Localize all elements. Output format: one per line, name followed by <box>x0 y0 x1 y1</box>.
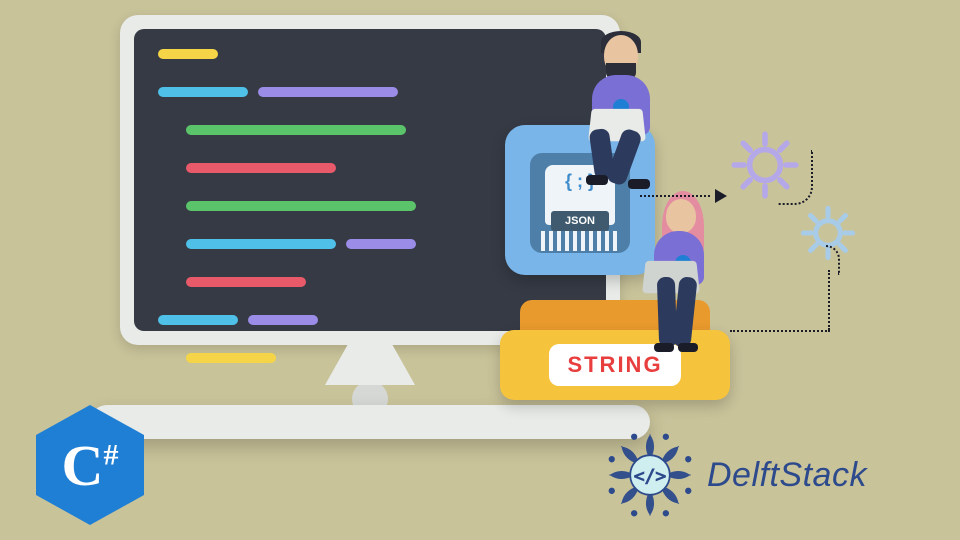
shoe <box>678 343 698 352</box>
code-segment <box>186 201 416 211</box>
delftstack-logo: </> DelftStack <box>605 430 867 520</box>
code-segment <box>346 239 416 249</box>
json-shred-strips <box>541 231 619 251</box>
code-line <box>158 277 582 301</box>
flow-line <box>828 270 830 330</box>
json-label: JSON <box>551 211 609 231</box>
code-segment <box>258 87 398 97</box>
monitor-stand <box>325 345 415 385</box>
code-segment <box>158 315 238 325</box>
code-segment <box>186 125 406 135</box>
code-segment <box>186 277 306 287</box>
person-male-illustration <box>562 35 682 175</box>
monitor-base <box>90 405 650 439</box>
head <box>666 199 696 233</box>
code-segment <box>186 163 336 173</box>
code-segment <box>158 87 248 97</box>
shoe <box>628 179 650 189</box>
shoe <box>586 175 608 185</box>
flow-arrow-head-icon <box>715 189 727 203</box>
delftstack-text: DelftStack <box>707 456 867 495</box>
code-segment <box>186 353 276 363</box>
svg-text:</>: </> <box>634 466 667 487</box>
code-line <box>158 49 582 73</box>
shoe <box>654 343 674 352</box>
mandala-icon: </> <box>605 430 695 520</box>
csharp-letter: C# <box>62 432 119 499</box>
flow-line <box>730 330 830 332</box>
flow-line <box>778 150 813 205</box>
flow-arrow-line <box>640 195 710 197</box>
code-segment <box>248 315 318 325</box>
code-line <box>158 87 582 111</box>
code-segment <box>158 49 218 59</box>
code-segment <box>186 239 336 249</box>
person-female-illustration <box>610 195 730 345</box>
